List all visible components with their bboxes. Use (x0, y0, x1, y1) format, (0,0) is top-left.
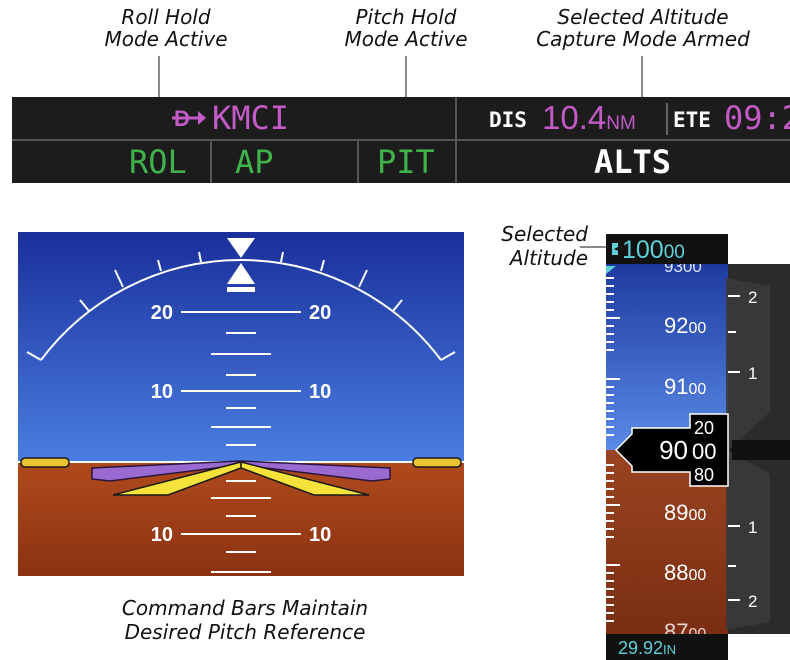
afcs-ap-status: AP (235, 143, 274, 181)
vsi-label-up-2: 2 (748, 288, 757, 307)
altimeter: 2 1 1 2 9300 9200 9100 8900 8800 8700 90… (598, 234, 790, 660)
afcs-lateral-mode: ROL (129, 143, 187, 181)
afcs-vertical-mode: PIT (377, 143, 435, 181)
direct-to-icon: D (172, 104, 208, 132)
pitch-label-10-left: 10 (151, 381, 173, 403)
callout-pitch-hold-line1: Pitch Hold (355, 5, 457, 29)
callout-command-bars: Command Bars Maintain Desired Pitch Refe… (40, 596, 450, 644)
adi-ground (18, 462, 464, 576)
afcs-armed-mode: ALTS (594, 143, 672, 181)
callout-command-bars-line1: Command Bars Maintain (121, 596, 369, 620)
nav-ete-divider (666, 103, 668, 135)
nav-ete-label: ETE (673, 108, 711, 132)
current-altitude-roll-above: 20 (694, 418, 714, 438)
nav-col-divider (455, 97, 457, 139)
current-altitude-roll-below: 80 (694, 465, 714, 485)
vsi-label-down-2: 2 (748, 592, 757, 611)
attitude-indicator: 20 20 10 10 10 10 (18, 232, 464, 576)
nav-dis-number: 10.4 (542, 99, 607, 136)
callout-roll-hold-line2: Mode Active (104, 27, 228, 51)
callout-command-bars-line2: Desired Pitch Reference (124, 620, 366, 644)
pitch-label-10-right: 10 (309, 381, 331, 403)
wing-bar-right (412, 457, 462, 468)
callout-alt-capture-line1: Selected Altitude (557, 5, 729, 29)
afcs-divider-2 (357, 141, 359, 183)
vsi-label-down-1: 1 (748, 518, 757, 537)
nav-dis-value: 10.4NM (542, 99, 636, 144)
callout-alt-capture-line2: Capture Mode Armed (536, 27, 750, 51)
callout-selected-altitude-line2: Altitude (509, 246, 588, 270)
pitch-label-neg10-left: 10 (151, 524, 173, 546)
pitch-label-20-left: 20 (151, 302, 173, 324)
callout-pitch-hold-line2: Mode Active (344, 27, 468, 51)
afcs-divider-3 (455, 141, 457, 183)
callout-alt-capture: Selected Altitude Capture Mode Armed (533, 6, 753, 50)
wing-bar-left (20, 457, 70, 468)
pitch-label-20-right: 20 (309, 302, 331, 324)
callout-selected-altitude-line1: Selected (501, 222, 588, 246)
current-altitude-big: 90 (659, 435, 688, 465)
nav-dis-unit: NM (606, 113, 636, 134)
nav-dis-label: DIS (489, 108, 527, 132)
callout-pitch-hold: Pitch Hold Mode Active (336, 6, 476, 50)
vsi-pointer-bar (732, 440, 790, 460)
callout-selected-altitude: Selected Altitude (488, 222, 588, 270)
callout-roll-hold-line1: Roll Hold (121, 5, 211, 29)
roll-pointer-base (227, 287, 255, 292)
nav-destination: KMCI (212, 99, 290, 137)
afcs-divider-1 (210, 141, 212, 183)
callout-roll-hold: Roll Hold Mode Active (96, 6, 236, 50)
current-altitude-small: 00 (692, 439, 716, 464)
vsi-label-up-1: 1 (748, 364, 757, 383)
pitch-label-neg10-right: 10 (309, 524, 331, 546)
nav-status-bar: D KMCI DIS 10.4NM ETE 09:27 ROL AP PIT A… (12, 97, 790, 183)
nav-row-divider (12, 139, 790, 141)
nav-ete-value: 09:27 (724, 99, 790, 137)
